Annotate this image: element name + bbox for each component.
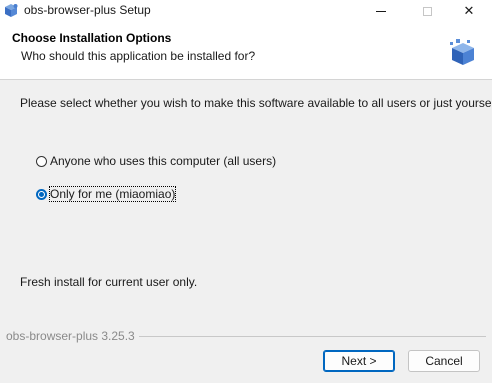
install-status: Fresh install for current user only. — [20, 275, 198, 289]
radio-current-user[interactable] — [36, 188, 47, 200]
option-all-users[interactable]: Anyone who uses this computer (all users… — [36, 152, 276, 170]
page-subtitle: Who should this application be installed… — [21, 49, 256, 63]
close-icon: ✕ — [463, 3, 475, 18]
branding-line: obs-browser-plus 3.25.3 — [6, 329, 486, 343]
radio-all-users[interactable] — [36, 155, 47, 167]
cancel-button[interactable]: Cancel — [408, 350, 480, 372]
page-header: Choose Installation Options Who should t… — [0, 22, 492, 80]
maximize-button — [404, 0, 450, 22]
title-bar: obs-browser-plus Setup ✕ — [0, 0, 492, 22]
setup-window: obs-browser-plus Setup ✕ Choose Installa… — [0, 0, 492, 383]
install-prompt: Please select whether you wish to make t… — [20, 96, 492, 110]
option-all-users-label[interactable]: Anyone who uses this computer (all users… — [50, 154, 276, 168]
window-title: obs-browser-plus Setup — [24, 3, 151, 17]
page-title: Choose Installation Options — [12, 31, 172, 45]
option-current-user[interactable]: Only for me (miaomiao) — [36, 185, 177, 203]
close-button[interactable]: ✕ — [446, 0, 492, 22]
minimize-icon — [376, 11, 386, 13]
branding-text: obs-browser-plus 3.25.3 — [6, 329, 139, 343]
minimize-button[interactable] — [358, 0, 404, 22]
option-current-user-label[interactable]: Only for me (miaomiao) — [48, 186, 177, 202]
package-icon — [450, 39, 474, 65]
next-button[interactable]: Next > — [323, 350, 395, 372]
installer-icon — [5, 4, 18, 17]
maximize-icon — [422, 7, 432, 17]
